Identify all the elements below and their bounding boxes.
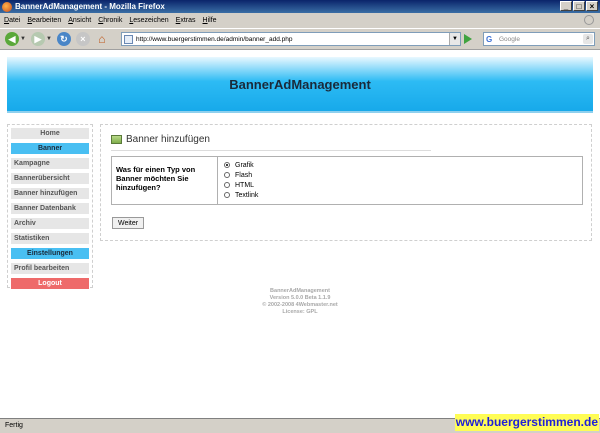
sidebar-item-banner-hinzufuegen[interactable]: Banner hinzufügen	[11, 188, 89, 199]
go-icon[interactable]	[464, 34, 472, 44]
throbber-icon	[584, 15, 594, 25]
back-history-dropdown-icon[interactable]: ▼	[20, 36, 26, 42]
radio-textlink[interactable]	[224, 192, 230, 198]
app-header-banner: BannerAdManagement	[7, 57, 593, 113]
main-panel: Banner hinzufügen Was für einen Typ von …	[100, 124, 592, 241]
window-title: BannerAdManagement - Mozilla Firefox	[15, 2, 165, 11]
option-html[interactable]: HTML	[224, 180, 258, 190]
app-footer: BannerAdManagement Version 5.0.0 Beta 1.…	[200, 288, 400, 316]
window-titlebar: BannerAdManagement - Mozilla Firefox _ □…	[0, 0, 600, 13]
status-text: Fertig	[5, 422, 23, 429]
menu-bearbeiten[interactable]: Bearbeiten	[27, 17, 61, 24]
sidebar: Home Banner Kampagne Bannerübersicht Ban…	[7, 124, 93, 289]
logout-button[interactable]: Logout	[11, 278, 89, 289]
banner-image-icon	[111, 135, 122, 144]
forward-history-dropdown-icon[interactable]: ▼	[46, 36, 52, 42]
banner-type-form: Was für einen Typ von Banner möchten Sie…	[111, 156, 583, 205]
window-controls: _ □ ×	[560, 1, 598, 11]
page-favicon-icon	[124, 34, 133, 44]
radio-html[interactable]	[224, 182, 230, 188]
radio-grafik[interactable]	[224, 162, 230, 168]
footer-version: Version 5.0.0 Beta 1.1.9	[269, 295, 331, 301]
weiter-button[interactable]: Weiter	[112, 217, 145, 229]
option-label-flash: Flash	[235, 171, 253, 179]
sidebar-item-archiv[interactable]: Archiv	[11, 218, 89, 229]
sidebar-section-banner: Banner	[11, 143, 89, 154]
banner-type-options: Grafik Flash HTML Textlink	[218, 157, 258, 204]
menu-lesezeichen[interactable]: Lesezeichen	[129, 17, 168, 24]
firefox-icon	[2, 1, 12, 12]
heading-divider	[111, 150, 431, 151]
menu-extras[interactable]: Extras	[176, 17, 196, 24]
option-label-grafik: Grafik	[235, 161, 254, 169]
navigation-toolbar: ◀ ▼ ▶ ▼ ↻ × ⌂ http://www.buergerstimmen.…	[0, 28, 600, 50]
page-content: BannerAdManagement Home Banner Kampagne …	[0, 50, 600, 418]
menu-ansicht[interactable]: Ansicht	[68, 17, 91, 24]
menu-chronik[interactable]: Chronik	[98, 17, 122, 24]
option-grafik[interactable]: Grafik	[224, 160, 258, 170]
url-dropdown-icon[interactable]: ▼	[449, 33, 460, 45]
menu-datei[interactable]: Datei	[4, 17, 20, 24]
menu-bar: Datei Bearbeiten Ansicht Chronik Lesezei…	[0, 13, 600, 27]
sidebar-item-statistiken[interactable]: Statistiken	[11, 233, 89, 244]
sidebar-section-einstellungen: Einstellungen	[11, 248, 89, 259]
search-box[interactable]: G Google ⌕	[483, 32, 595, 46]
url-bar[interactable]: http://www.buergerstimmen.de/admin/banne…	[121, 32, 461, 46]
banner-type-question: Was für einen Typ von Banner möchten Sie…	[112, 157, 218, 204]
option-textlink[interactable]: Textlink	[224, 190, 258, 200]
close-button[interactable]: ×	[586, 1, 598, 11]
search-icon[interactable]: ⌕	[583, 34, 593, 44]
page-heading: Banner hinzufügen	[111, 134, 210, 145]
footer-app-name: BannerAdManagement	[270, 288, 330, 294]
forward-icon[interactable]: ▶	[30, 32, 45, 46]
option-flash[interactable]: Flash	[224, 170, 258, 180]
menu-hilfe[interactable]: Hilfe	[203, 17, 217, 24]
stop-icon[interactable]: ×	[75, 32, 90, 46]
url-text[interactable]: http://www.buergerstimmen.de/admin/banne…	[136, 36, 292, 43]
sidebar-item-profil-bearbeiten[interactable]: Profil bearbeiten	[11, 263, 89, 274]
sidebar-item-banneruebersicht[interactable]: Bannerübersicht	[11, 173, 89, 184]
footer-copyright[interactable]: © 2002-2008 4Webmaster.net	[200, 302, 400, 309]
option-label-textlink: Textlink	[235, 191, 259, 199]
footer-license: License: GPL	[282, 309, 318, 315]
sidebar-item-kampagne[interactable]: Kampagne	[11, 158, 89, 169]
back-icon[interactable]: ◀	[5, 32, 19, 46]
minimize-button[interactable]: _	[560, 1, 572, 11]
reload-icon[interactable]: ↻	[56, 32, 71, 46]
search-placeholder[interactable]: Google	[499, 36, 520, 43]
page-title: Banner hinzufügen	[126, 134, 210, 145]
sidebar-item-banner-datenbank[interactable]: Banner Datenbank	[11, 203, 89, 214]
sidebar-item-home[interactable]: Home	[11, 128, 89, 139]
app-title: BannerAdManagement	[229, 76, 371, 92]
maximize-button[interactable]: □	[573, 1, 585, 11]
google-engine-icon[interactable]: G	[486, 35, 495, 44]
radio-flash[interactable]	[224, 172, 230, 178]
option-label-html: HTML	[235, 181, 255, 189]
home-icon[interactable]: ⌂	[95, 32, 109, 46]
watermark: www.buergerstimmen.de	[454, 414, 599, 431]
